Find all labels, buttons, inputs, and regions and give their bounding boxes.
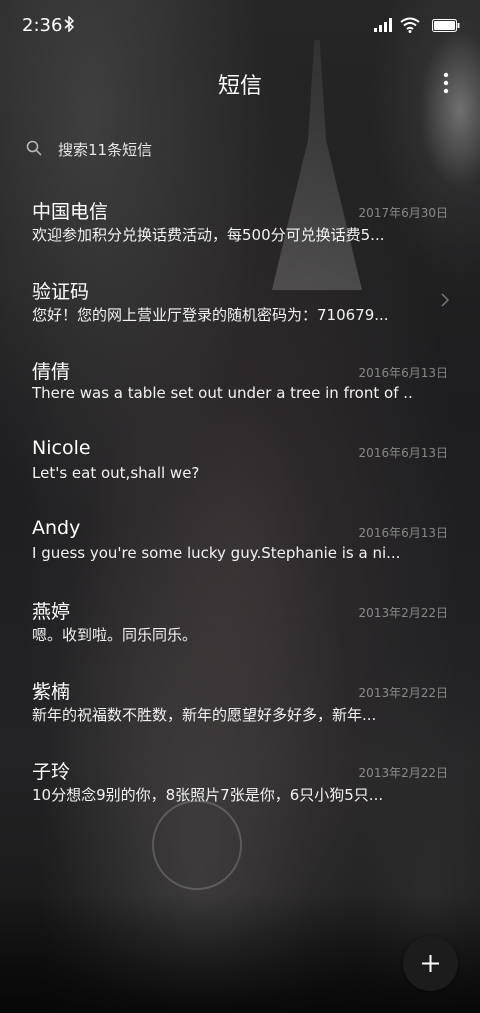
status-bar: 2:36 <box>0 0 480 52</box>
message-date: 2013年2月22日 <box>358 606 448 620</box>
message-preview: 欢迎参加积分兑换话费活动，每500分可兑换话费5... <box>32 226 385 244</box>
message-item-ziling[interactable]: 子玲 2013年2月22日 10分想念9别的你，8张照片7张是你，6只小狗5只.… <box>0 750 480 830</box>
message-date: 2017年6月30日 <box>358 206 448 220</box>
wifi-icon <box>400 17 420 33</box>
search-icon <box>26 140 42 156</box>
message-sender: 验证码 <box>32 281 90 303</box>
battery-icon <box>432 19 460 32</box>
bluetooth-icon <box>64 16 74 32</box>
message-sender: 紫楠 <box>32 681 71 703</box>
message-item-china-telecom[interactable]: 中国电信 2017年6月30日 欢迎参加积分兑换话费活动，每500分可兑换话费5… <box>0 190 480 270</box>
message-list: 中国电信 2017年6月30日 欢迎参加积分兑换话费活动，每500分可兑换话费5… <box>0 190 480 830</box>
message-sender: 倩倩 <box>32 361 71 383</box>
signal-icon <box>374 18 392 32</box>
message-date: 2016年6月13日 <box>358 366 448 380</box>
message-date: 2016年6月13日 <box>358 446 448 460</box>
message-item-nicole[interactable]: Nicole 2016年6月13日 Let's eat out,shall we… <box>0 430 480 510</box>
message-item-verification-code[interactable]: 验证码 您好！您的网上营业厅登录的随机密码为：710679... <box>0 270 480 350</box>
status-time: 2:36 <box>22 15 63 36</box>
message-item-zinan[interactable]: 紫楠 2013年2月22日 新年的祝福数不胜数，新年的愿望好多好多，新年... <box>0 670 480 750</box>
chevron-right-icon <box>441 293 450 307</box>
message-sender: 子玲 <box>32 761 71 783</box>
page-title: 短信 <box>217 74 262 99</box>
new-message-button[interactable] <box>403 936 458 991</box>
message-item-yanting[interactable]: 燕婷 2013年2月22日 嗯。收到啦。同乐同乐。 <box>0 590 480 670</box>
message-sender: 燕婷 <box>32 601 71 623</box>
message-preview: I guess you're some lucky guy.Stephanie … <box>32 544 401 562</box>
message-preview: 嗯。收到啦。同乐同乐。 <box>32 626 198 644</box>
message-preview: 新年的祝福数不胜数，新年的愿望好多好多，新年... <box>32 706 377 724</box>
plus-icon <box>422 955 439 972</box>
message-preview: There was a table set out under a tree i… <box>32 384 412 402</box>
more-vertical-icon[interactable] <box>442 72 450 94</box>
message-sender: Andy <box>32 517 81 539</box>
message-sender: Nicole <box>32 437 91 459</box>
message-preview: 10分想念9别的你，8张照片7张是你，6只小狗5只... <box>32 786 384 804</box>
message-item-qianqian[interactable]: 倩倩 2016年6月13日 There was a table set out … <box>0 350 480 430</box>
message-date: 2013年2月22日 <box>358 686 448 700</box>
message-date: 2016年6月13日 <box>358 526 448 540</box>
search-bar[interactable]: 搜索11条短信 <box>22 132 458 166</box>
message-preview: 您好！您的网上营业厅登录的随机密码为：710679... <box>32 306 389 324</box>
message-sender: 中国电信 <box>32 201 109 223</box>
message-item-andy[interactable]: Andy 2016年6月13日 I guess you're some luck… <box>0 510 480 590</box>
message-date: 2013年2月22日 <box>358 766 448 780</box>
message-preview: Let's eat out,shall we? <box>32 464 200 482</box>
search-input[interactable]: 搜索11条短信 <box>58 139 152 160</box>
